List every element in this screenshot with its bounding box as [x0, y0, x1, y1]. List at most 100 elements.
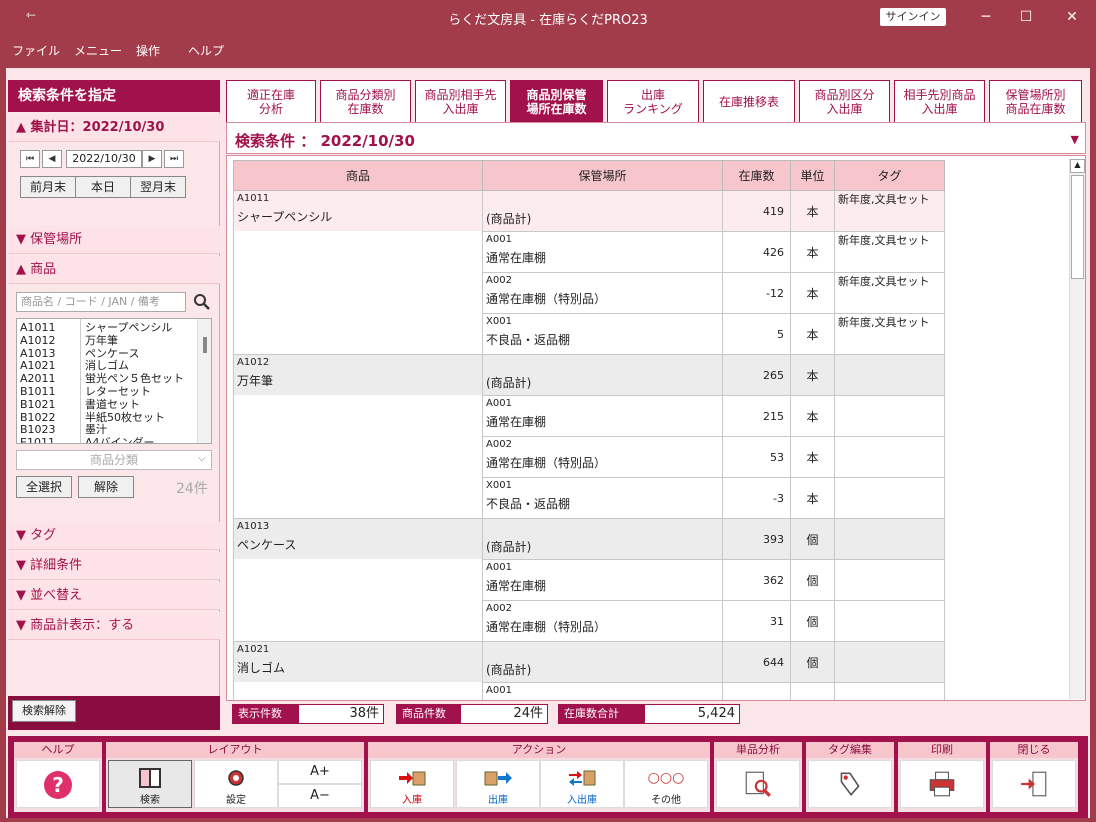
location-cell[interactable]: (商品計) — [482, 641, 723, 683]
menu-file[interactable]: ファイル — [12, 42, 60, 59]
location-cell[interactable]: A001 — [482, 682, 723, 700]
condition-bar[interactable]: 検索条件 ： 2022/10/30 ▼ — [226, 122, 1086, 154]
menu-operation[interactable]: 操作 — [136, 42, 160, 59]
expand-arrow-icon[interactable]: ▼ — [1071, 133, 1079, 146]
col-header-qty[interactable]: 在庫数 — [722, 160, 791, 191]
qty-cell[interactable]: 362 — [722, 559, 791, 601]
unit-cell[interactable]: 本 — [790, 190, 835, 232]
date-input[interactable]: 2022/10/30 — [66, 150, 142, 168]
next-month-end-button[interactable]: 翌月末 — [130, 176, 186, 198]
subtotal-section-toggle[interactable]: ▼ 商品計表示：する — [8, 612, 220, 640]
stock-inout-button[interactable]: 入出庫 — [540, 760, 624, 808]
unit-cell[interactable]: 本 — [790, 231, 835, 273]
qty-cell[interactable]: 31 — [722, 600, 791, 642]
col-header-product[interactable]: 商品 — [233, 160, 483, 191]
settings-button[interactable]: 設定 — [194, 760, 278, 808]
tab-8[interactable]: 相手先別商品 入出庫 — [894, 80, 985, 122]
last-page-icon[interactable]: ⏭ — [164, 150, 184, 168]
tab-7[interactable]: 商品別区分 入出庫 — [799, 80, 890, 122]
chevron-down-icon[interactable]: ⌵ — [198, 453, 206, 464]
product-list-item[interactable]: E1011 A4バインダー — [17, 436, 197, 443]
unit-cell[interactable]: 個 — [790, 559, 835, 601]
qty-cell[interactable]: 5 — [722, 313, 791, 355]
unit-cell[interactable]: 本 — [790, 272, 835, 314]
grid-scrollbar[interactable]: ▲ ▼ — [1069, 159, 1085, 699]
product-cell[interactable]: A1011 シャープペンシル — [233, 190, 483, 355]
tag-cell[interactable]: 新年度,文具セット — [834, 190, 945, 232]
tag-cell[interactable] — [834, 682, 945, 700]
qty-cell[interactable]: 215 — [722, 395, 791, 437]
product-cell[interactable]: A1013 ペンケース — [233, 518, 483, 642]
stock-in-button[interactable]: 入庫 — [370, 760, 454, 808]
col-header-location[interactable]: 保管場所 — [482, 160, 723, 191]
product-section-toggle[interactable]: ▲ 商品 — [8, 256, 220, 284]
tag-cell[interactable] — [834, 559, 945, 601]
print-button[interactable] — [900, 760, 984, 808]
item-analysis-button[interactable] — [716, 760, 800, 808]
qty-cell[interactable]: -3 — [722, 477, 791, 519]
signin-button[interactable]: サインイン — [880, 8, 946, 26]
tag-cell[interactable] — [834, 436, 945, 478]
maximize-icon[interactable]: ☐ — [1006, 4, 1046, 30]
tag-cell[interactable]: 新年度,文具セット — [834, 231, 945, 273]
unit-cell[interactable]: 本 — [790, 354, 835, 396]
prev-month-end-button[interactable]: 前月末 — [20, 176, 76, 198]
search-icon[interactable] — [192, 292, 212, 312]
clear-search-button[interactable]: 検索解除 — [12, 700, 76, 722]
close-window-icon[interactable]: ✕ — [1052, 4, 1092, 30]
tab-3[interactable]: 商品別相手先 入出庫 — [415, 80, 506, 122]
select-all-button[interactable]: 全選択 — [16, 476, 72, 498]
location-cell[interactable]: A002 通常在庫棚（特別品） — [482, 272, 723, 314]
menu-menu[interactable]: メニュー — [74, 42, 122, 59]
close-app-button[interactable] — [992, 760, 1076, 808]
table-row[interactable]: A1013 ペンケース (商品計) 393 個 — [233, 518, 945, 642]
product-list-item[interactable]: B1023 墨汁 — [17, 423, 197, 436]
location-cell[interactable]: A002 通常在庫棚（特別品） — [482, 600, 723, 642]
unit-cell[interactable]: 本 — [790, 313, 835, 355]
minimize-icon[interactable]: ─ — [966, 4, 1006, 30]
tag-cell[interactable] — [834, 518, 945, 560]
product-search-input[interactable]: 商品名 / コード / JAN / 備考 — [16, 292, 186, 312]
detail-section-toggle[interactable]: ▼ 詳細条件 — [8, 552, 220, 580]
stock-out-button[interactable]: 出庫 — [456, 760, 540, 808]
location-cell[interactable]: A001 通常在庫棚 — [482, 559, 723, 601]
tab-1[interactable]: 適正在庫 分析 — [226, 80, 316, 122]
location-cell[interactable]: A001 通常在庫棚 — [482, 395, 723, 437]
tag-section-toggle[interactable]: ▼ タグ — [8, 522, 220, 550]
unit-cell[interactable]: 個 — [790, 518, 835, 560]
font-decrease-button[interactable]: A− — [278, 784, 362, 808]
first-page-icon[interactable]: ⏮ — [20, 150, 40, 168]
menu-help[interactable]: ヘルプ — [188, 42, 224, 59]
qty-cell[interactable]: 53 — [722, 436, 791, 478]
location-cell[interactable]: X001 不良品・返品棚 — [482, 477, 723, 519]
tag-cell[interactable] — [834, 641, 945, 683]
tab-9[interactable]: 保管場所別 商品在庫数 — [989, 80, 1082, 122]
product-list-item[interactable]: A2011 蛍光ペン５色セット — [17, 372, 197, 385]
qty-cell[interactable]: -12 — [722, 272, 791, 314]
help-button[interactable]: ? — [16, 760, 100, 808]
font-increase-button[interactable]: A+ — [278, 760, 362, 784]
tag-edit-button[interactable] — [808, 760, 892, 808]
product-list-item[interactable]: A1021 消しゴム — [17, 359, 197, 372]
product-list-item[interactable]: A1012 万年筆 — [17, 334, 197, 347]
location-cell[interactable]: A001 通常在庫棚 — [482, 231, 723, 273]
tab-5[interactable]: 出庫 ランキング — [607, 80, 699, 122]
table-row[interactable]: A1011 シャープペンシル (商品計) 419 本新年度,文具セット — [233, 190, 945, 355]
other-button[interactable]: ○○○ その他 — [624, 760, 708, 808]
tag-cell[interactable]: 新年度,文具セット — [834, 313, 945, 355]
scroll-up-icon[interactable]: ▲ — [1070, 159, 1085, 173]
sort-section-toggle[interactable]: ▼ 並べ替え — [8, 582, 220, 610]
col-header-tag[interactable]: タグ — [834, 160, 945, 191]
unit-cell[interactable]: 本 — [790, 395, 835, 437]
qty-cell[interactable]: 265 — [722, 354, 791, 396]
tag-cell[interactable] — [834, 600, 945, 642]
prev-day-icon[interactable]: ◀ — [42, 150, 62, 168]
tab-4[interactable]: 商品別保管 場所在庫数 — [510, 80, 603, 122]
table-row[interactable]: A1012 万年筆 (商品計) 265 本 — [233, 354, 945, 519]
product-list[interactable]: A1011 シャープペンシル A1012 万年筆 A1013 ペンケース A1021 消しゴム… — [16, 318, 212, 444]
tab-6[interactable]: 在庫推移表 — [703, 80, 795, 122]
qty-cell[interactable]: 419 — [722, 190, 791, 232]
unit-cell[interactable]: 個 — [790, 600, 835, 642]
product-list-item[interactable]: A1011 シャープペンシル — [17, 321, 197, 334]
product-list-item[interactable]: B1021 書道セット — [17, 398, 197, 411]
